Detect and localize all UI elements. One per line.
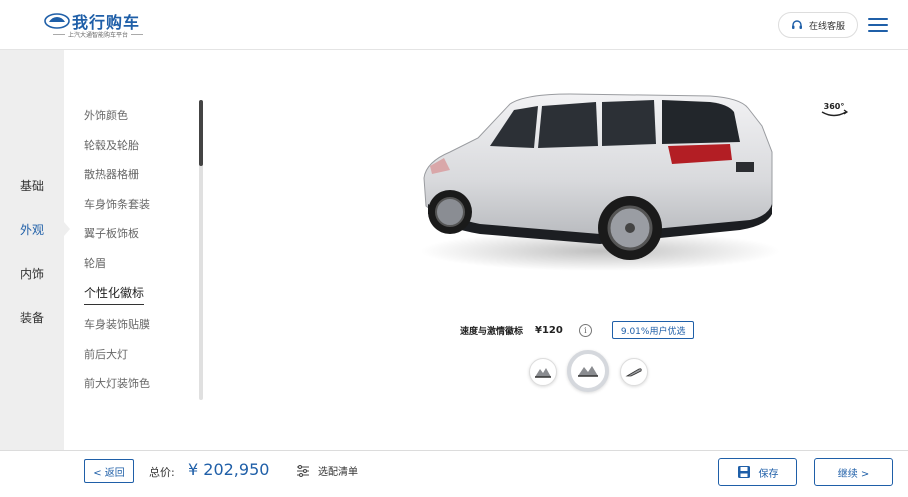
- category-equipment[interactable]: 装备: [0, 309, 64, 326]
- sub-item-grille[interactable]: 散热器格栅: [84, 166, 139, 182]
- sub-item-custom-badge[interactable]: 个性化徽标: [84, 284, 145, 305]
- option-detail-row: 速度与激情徽标 ¥120 i 9.01%用户优选: [460, 320, 695, 340]
- option-price: ¥120: [535, 324, 563, 336]
- sub-item-wheel-arch[interactable]: 轮眉: [84, 255, 106, 271]
- online-service-label: 在线客服: [808, 21, 845, 32]
- total-price-label: 总价:: [149, 466, 175, 479]
- info-icon[interactable]: i: [578, 323, 592, 337]
- badge-thumbnail-icon: [578, 366, 598, 377]
- top-header: 我行购车 上汽大通智能购车平台 在线客服: [0, 0, 908, 50]
- user-preference-badge: 9.01%用户优选: [611, 321, 695, 339]
- sub-item-fender-trim[interactable]: 翼子板饰板: [84, 225, 139, 241]
- continue-button[interactable]: 继续 >: [814, 458, 893, 486]
- save-label: 保存: [758, 468, 779, 480]
- car-logo-icon: [44, 13, 70, 29]
- config-list-label: 选配清单: [318, 467, 358, 478]
- car-preview-image[interactable]: [410, 86, 780, 276]
- online-service-button[interactable]: 在线客服: [778, 12, 858, 38]
- sub-list-scrollbar-thumb[interactable]: [199, 100, 203, 166]
- logo-subtitle: 上汽大通智能购车平台: [50, 30, 146, 39]
- config-list-button[interactable]: 选配清单: [296, 463, 358, 478]
- hamburger-menu-icon[interactable]: [866, 15, 890, 35]
- sub-item-exterior-color[interactable]: 外饰颜色: [84, 107, 128, 123]
- option-sub-list: 外饰颜色 轮毂及轮胎 散热器格栅 车身饰条套装 翼子板饰板 轮眉 个性化徽标 车…: [64, 50, 210, 450]
- badge-option-3[interactable]: [620, 358, 648, 386]
- sliders-icon: [297, 464, 309, 477]
- sub-item-headlights[interactable]: 前后大灯: [84, 346, 128, 362]
- badge-thumbnail-icon: [535, 368, 551, 378]
- sub-item-body-decal[interactable]: 车身装饰贴膜: [84, 316, 150, 332]
- bottom-bar: < 返回 总价: ¥ 202,950 选配清单 保存 继续 >: [0, 450, 908, 497]
- back-button[interactable]: < 返回: [84, 459, 134, 483]
- sub-item-wheels-tires[interactable]: 轮毂及轮胎: [84, 137, 139, 153]
- category-sidebar: 基础 外观 内饰 装备: [0, 50, 64, 450]
- view-360-label: 360°: [824, 102, 845, 111]
- floppy-disk-icon: [737, 466, 750, 478]
- brand-logo[interactable]: 我行购车 上汽大通智能购车平台: [44, 9, 164, 41]
- headset-icon: [791, 20, 802, 29]
- category-basic[interactable]: 基础: [0, 177, 64, 194]
- logo-subtitle-text: 上汽大通智能购车平台: [68, 32, 129, 39]
- option-name: 速度与激情徽标: [460, 326, 524, 337]
- badge-thumbnail-icon: [625, 368, 642, 377]
- total-price-value: ¥ 202,950: [188, 460, 270, 479]
- badge-option-2[interactable]: [567, 350, 609, 392]
- save-button[interactable]: 保存: [718, 458, 797, 486]
- rotate-360-icon[interactable]: 360°: [818, 100, 850, 120]
- category-exterior[interactable]: 外观: [0, 221, 64, 238]
- sub-item-body-trim-kit[interactable]: 车身饰条套装: [84, 196, 150, 212]
- category-interior[interactable]: 内饰: [0, 265, 64, 282]
- badge-option-1[interactable]: [529, 358, 557, 386]
- sub-item-headlight-trim-color[interactable]: 前大灯装饰色: [84, 375, 150, 391]
